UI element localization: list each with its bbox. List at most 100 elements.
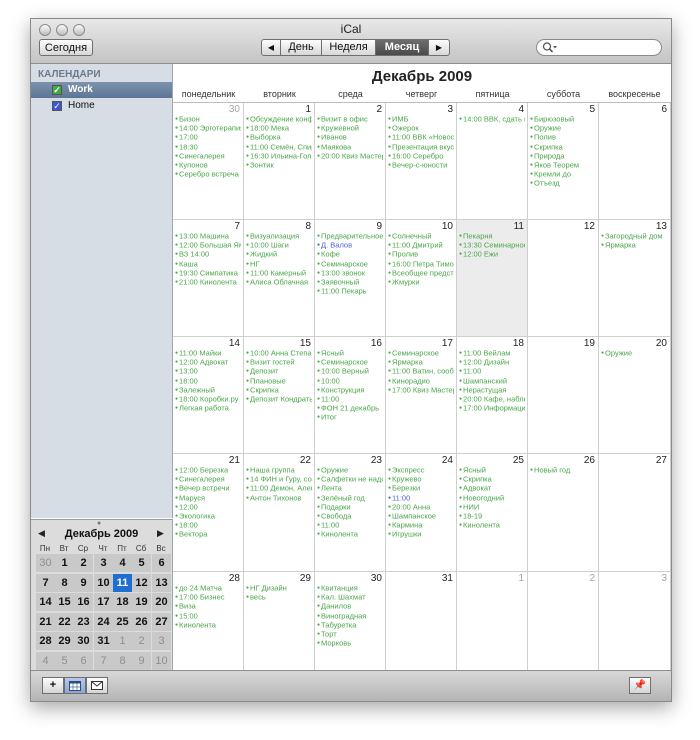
next-period-button[interactable]: ▶ [428,39,450,56]
calendar-event[interactable]: Каша [175,260,241,269]
calendar-event[interactable]: 11:00 Дмитрий [388,241,454,250]
calendar-event[interactable]: 18:30 [175,143,241,152]
calendar-event[interactable]: Оружие [601,349,668,358]
calendar-event[interactable]: Бирюзовый [530,115,596,124]
calendar-event[interactable]: 11:00 Камерный [246,269,312,278]
mini-calendar-day[interactable]: 23 [74,612,93,631]
calendar-event[interactable]: Вечер-с-юности [388,161,454,170]
day-cell[interactable]: 713:00 Машина12:00 Большая Ямская, 21ВЗ … [173,220,244,337]
calendar-event[interactable]: Скрипка [246,386,312,395]
calendar-event[interactable]: до 24 Матча [175,584,241,593]
calendar-event[interactable]: 21:00 Кинолента [175,278,241,287]
day-cell[interactable]: 2Визит в офисКружевнойИвановМаякова20:00… [315,103,386,220]
day-cell[interactable]: 24ЭкспрессКружевоБерезки11:0020:00 АннаШ… [386,454,457,572]
calendar-event[interactable]: 18:00 [175,521,241,530]
calendar-event[interactable]: Табуретка [317,621,383,630]
mini-calendar-day[interactable]: 29 [55,632,74,650]
pin-button[interactable]: 📌 [629,677,651,694]
calendar-event[interactable]: 18-19 [459,512,525,521]
mini-next-month-button[interactable]: ▶ [157,528,164,539]
calendar-event[interactable]: 14:00 ВВК, сдать по неделям [459,115,525,124]
calendar-event[interactable]: 18:00 Мека [246,124,312,133]
calendar-event[interactable]: Природа [530,152,596,161]
calendar-event[interactable]: Легкая работа [175,404,241,413]
calendar-event[interactable]: Семинарское [317,260,383,269]
mini-calendar-day[interactable]: 4 [36,651,55,670]
calendar-event[interactable]: Ожерок [388,124,454,133]
day-cell[interactable]: 30Бизон14:00 Эрготерапия17:0018:30Синега… [173,103,244,220]
calendar-event[interactable]: Депозит Кондратьева [246,395,312,404]
calendar-event[interactable]: Яков Теорем [530,161,596,170]
mini-calendar-day[interactable]: 31 [94,632,113,650]
calendar-event[interactable]: 20:00 Кафе, наблюдение [459,395,525,404]
calendar-event[interactable]: Ясный [317,349,383,358]
calendar-event[interactable]: 11:00 Майки [175,349,241,358]
mini-calendar-day[interactable]: 16 [74,593,93,611]
mini-calendar-day[interactable]: 6 [152,554,171,572]
day-cell[interactable]: 17СеминарскоеЯрмарка11:00 Ватин, сообщен… [386,337,457,454]
calendar-event[interactable]: 11:00 [317,521,383,530]
calendar-event[interactable]: Подарки [317,503,383,512]
mini-calendar-day[interactable]: 19 [132,593,151,611]
calendar-event[interactable]: Шампанский [459,377,525,386]
calendar-event[interactable]: Кал. Шахмат [317,593,383,602]
calendar-event[interactable]: 11:00 Демон, Александра [246,484,312,493]
calendar-event[interactable]: 11:00 Вейлам [459,349,525,358]
calendar-event[interactable]: ВЗ 14:00 [175,250,241,259]
view-month-tab[interactable]: Месяц [375,39,429,56]
calendar-event[interactable]: Нерастущая [459,386,525,395]
calendar-event[interactable]: Адвокат [459,484,525,493]
calendar-event[interactable]: 12:00 [175,503,241,512]
day-cell[interactable]: 1Обсуждение конференции18:00 МекаВыборка… [244,103,315,220]
mini-calendar-day[interactable]: 1 [55,554,74,572]
calendar-event[interactable]: Свобода [317,512,383,521]
calendar-event[interactable]: НИИ [459,503,525,512]
calendar-event[interactable]: весь [246,593,312,602]
calendar-event[interactable]: Виноградная [317,612,383,621]
today-button[interactable]: Сегодня [39,39,93,56]
toggle-mini-calendar-button[interactable] [64,677,86,694]
calendar-event[interactable]: 17:00 Квиз Мастер [388,386,454,395]
mini-calendar-day[interactable]: 2 [132,632,151,650]
calendar-event[interactable]: Визит в офис [317,115,383,124]
calendar-event[interactable]: Торт [317,630,383,639]
calendar-event[interactable]: Итог [317,413,383,422]
mini-calendar-day[interactable]: 6 [74,651,93,670]
calendar-event[interactable]: Семинарское [317,358,383,367]
calendar-event[interactable]: Заявочный [317,278,383,287]
calendar-event[interactable]: Новый год [530,466,596,475]
calendar-event[interactable]: 11:00 [388,494,454,503]
calendar-event[interactable]: Скрипка [459,475,525,484]
calendar-event[interactable]: Зелёный год [317,494,383,503]
mini-calendar-day[interactable]: 11 [113,573,132,592]
calendar-event[interactable]: 13:00 Машина [175,232,241,241]
mini-calendar-day[interactable]: 5 [132,554,151,572]
calendar-event[interactable]: 17:00 Информация [459,404,525,413]
mini-calendar-day[interactable]: 5 [55,651,74,670]
calendar-event[interactable]: Отъезд [530,179,596,188]
calendar-event[interactable]: 12:00 Дизайн [459,358,525,367]
mini-calendar-day[interactable]: 17 [94,593,113,611]
calendar-event[interactable]: Залежный [175,386,241,395]
view-day-tab[interactable]: День [280,39,322,56]
calendar-event[interactable]: Кружевной [317,124,383,133]
day-cell[interactable]: 31 [386,572,457,671]
calendar-event[interactable]: 12:00 Большая Ямская, 21 [175,241,241,250]
calendar-event[interactable]: Визуализация [246,232,312,241]
mini-calendar-day[interactable]: 28 [36,632,55,650]
calendar-event[interactable]: Депозит [246,367,312,376]
day-cell[interactable]: 11Пекарня13:30 Семинарное12:00 Ежи [457,220,528,337]
mini-calendar-day[interactable]: 30 [36,554,55,572]
day-cell[interactable]: 22Наша группа14 ФИН и Гуру, соглас. план… [244,454,315,572]
day-cell[interactable]: 414:00 ВВК, сдать по неделям [457,103,528,220]
calendar-event[interactable]: Бизон [175,115,241,124]
mini-calendar-day[interactable]: 9 [74,573,93,592]
day-cell[interactable]: 13Загородный домЯрмарка [599,220,671,337]
calendar-event[interactable]: 13:00 звонок [317,269,383,278]
mini-calendar-day[interactable]: 8 [55,573,74,592]
day-cell[interactable]: 25ЯсныйСкрипкаАдвокатНовогоднийНИИ18-19К… [457,454,528,572]
day-cell[interactable]: 1811:00 Вейлам12:00 Дизайн11:00Шампански… [457,337,528,454]
day-cell[interactable]: 29НГ Дизайнвесь [244,572,315,671]
calendar-event[interactable]: Кремли до [530,170,596,179]
calendar-event[interactable]: Вечер встречи [175,484,241,493]
